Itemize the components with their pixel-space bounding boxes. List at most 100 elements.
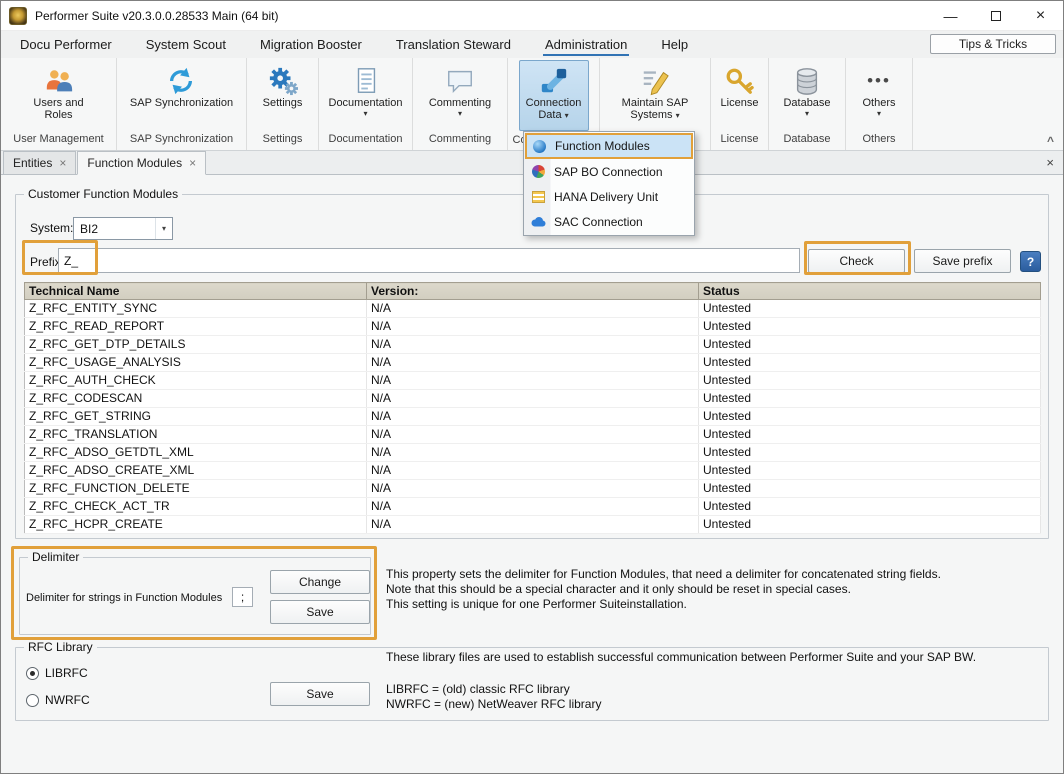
menu-system-scout[interactable]: System Scout — [129, 31, 243, 58]
close-icon[interactable]: × — [189, 156, 196, 170]
system-combobox[interactable]: BI2 ▾ — [73, 217, 173, 240]
check-button[interactable]: Check — [808, 249, 905, 273]
maintain-sap-systems-button[interactable]: Maintain SAP Systems ▾ — [614, 60, 696, 122]
nwrfc-radio[interactable]: NWRFC — [26, 693, 90, 707]
librfc-radio[interactable]: LIBRFC — [26, 666, 88, 680]
maximize-button[interactable] — [973, 1, 1018, 30]
chevron-down-icon: ▾ — [458, 109, 462, 118]
menubar: Docu Performer System Scout Migration Bo… — [1, 31, 1063, 58]
rfc-description-line1: These library files are used to establis… — [386, 650, 976, 664]
gear-icon — [268, 64, 298, 97]
delimiter-description-line2: Note that this should be a special chara… — [386, 582, 851, 596]
save-prefix-button[interactable]: Save prefix — [914, 249, 1011, 273]
column-header-version[interactable]: Version: — [367, 283, 699, 300]
sap-synchronization-button[interactable]: SAP Synchronization — [126, 60, 237, 110]
chevron-down-icon: ▾ — [805, 109, 809, 118]
ribbon-caption-database: Database — [769, 130, 845, 150]
others-button[interactable]: ••• Others ▾ — [858, 60, 899, 119]
delimiter-input[interactable] — [232, 587, 253, 607]
menu-administration[interactable]: Administration — [528, 31, 644, 58]
chevron-down-icon: ▾ — [877, 109, 881, 118]
window-controls: — × — [928, 1, 1063, 30]
commenting-button[interactable]: Commenting ▾ — [425, 60, 495, 119]
cell-technical-name: Z_RFC_READ_REPORT — [25, 318, 367, 336]
connection-data-button[interactable]: Connection Data ▾ — [519, 60, 589, 131]
menu-item-sap-bo-connection[interactable]: SAP BO Connection — [525, 159, 693, 184]
maximize-icon — [991, 11, 1001, 21]
menu-help[interactable]: Help — [644, 31, 705, 58]
table-row[interactable]: Z_RFC_GET_DTP_DETAILS N/A Untested — [25, 336, 1041, 354]
customer-function-modules-group: Customer Function Modules System: BI2 ▾ … — [15, 194, 1049, 539]
save-delimiter-button[interactable]: Save — [270, 600, 370, 624]
menu-item-sac-connection[interactable]: SAC Connection — [525, 209, 693, 234]
table-row[interactable]: Z_RFC_CHECK_ACT_TR N/A Untested — [25, 498, 1041, 516]
ribbon-filler — [913, 58, 1063, 150]
close-icon[interactable]: × — [59, 156, 66, 170]
cell-status: Untested — [699, 318, 1041, 336]
cell-technical-name: Z_RFC_AUTH_CHECK — [25, 372, 367, 390]
cell-technical-name: Z_RFC_ENTITY_SYNC — [25, 300, 367, 318]
change-delimiter-button[interactable]: Change — [270, 570, 370, 594]
table-row[interactable]: Z_RFC_FUNCTION_DELETE N/A Untested — [25, 480, 1041, 498]
table-row[interactable]: Z_RFC_USAGE_ANALYSIS N/A Untested — [25, 354, 1041, 372]
function-modules-table: Technical Name Version: Status Z_RFC_ENT… — [24, 282, 1041, 534]
ellipsis-icon: ••• — [867, 64, 891, 97]
group-title: Customer Function Modules — [24, 187, 182, 201]
ribbon-caption-license: License — [711, 130, 768, 150]
menu-item-hana-delivery-unit[interactable]: HANA Delivery Unit — [525, 184, 693, 209]
cell-version: N/A — [367, 354, 699, 372]
function-modules-icon — [531, 138, 547, 154]
delimiter-label: Delimiter for strings in Function Module… — [26, 592, 222, 604]
settings-button[interactable]: Settings — [259, 60, 307, 110]
documentation-button[interactable]: Documentation ▾ — [325, 60, 407, 119]
license-button[interactable]: License — [717, 60, 763, 110]
save-rfc-library-button[interactable]: Save — [270, 682, 370, 706]
cell-technical-name: Z_RFC_HCPR_CREATE — [25, 516, 367, 534]
tab-function-modules[interactable]: Function Modules × — [77, 151, 206, 175]
tips-and-tricks-button[interactable]: Tips & Tricks — [930, 34, 1056, 54]
ribbon-group-commenting: Commenting ▾ Commenting — [413, 58, 508, 150]
database-button[interactable]: Database ▾ — [779, 60, 834, 119]
cell-technical-name: Z_RFC_GET_DTP_DETAILS — [25, 336, 367, 354]
tab-entities[interactable]: Entities × — [3, 151, 76, 174]
table-row[interactable]: Z_RFC_GET_STRING N/A Untested — [25, 408, 1041, 426]
menu-migration-booster[interactable]: Migration Booster — [243, 31, 379, 58]
ribbon-caption-commenting: Commenting — [413, 130, 507, 150]
table-row[interactable]: Z_RFC_CODESCAN N/A Untested — [25, 390, 1041, 408]
cell-technical-name: Z_RFC_ADSO_GETDTL_XML — [25, 444, 367, 462]
help-button[interactable]: ? — [1020, 251, 1041, 272]
close-button[interactable]: × — [1018, 1, 1063, 30]
table-row[interactable]: Z_RFC_HCPR_CREATE N/A Untested — [25, 516, 1041, 534]
document-icon — [351, 64, 381, 97]
minimize-button[interactable]: — — [928, 1, 973, 30]
cell-version: N/A — [367, 336, 699, 354]
menu-docu-performer[interactable]: Docu Performer — [3, 31, 129, 58]
function-modules-table-body: Z_RFC_ENTITY_SYNC N/A Untested Z_RFC_REA… — [25, 300, 1041, 534]
table-row[interactable]: Z_RFC_ENTITY_SYNC N/A Untested — [25, 300, 1041, 318]
table-row[interactable]: Z_RFC_AUTH_CHECK N/A Untested — [25, 372, 1041, 390]
table-row[interactable]: Z_RFC_TRANSLATION N/A Untested — [25, 426, 1041, 444]
ribbon-caption-settings: Settings — [247, 130, 318, 150]
titlebar: Performer Suite v20.3.0.0.28533 Main (64… — [1, 1, 1063, 31]
cell-status: Untested — [699, 408, 1041, 426]
app-logo-icon — [9, 7, 27, 25]
cloud-icon — [530, 214, 546, 230]
connection-pipe-icon — [539, 64, 569, 97]
cell-technical-name: Z_RFC_CHECK_ACT_TR — [25, 498, 367, 516]
column-header-status[interactable]: Status — [699, 283, 1041, 300]
prefix-input[interactable] — [58, 248, 800, 273]
menu-translation-steward[interactable]: Translation Steward — [379, 31, 528, 58]
ribbon-caption-sap-synchronization: SAP Synchronization — [117, 130, 246, 150]
users-and-roles-button[interactable]: Users and Roles — [26, 60, 92, 122]
group-title: RFC Library — [24, 640, 97, 654]
table-row[interactable]: Z_RFC_ADSO_CREATE_XML N/A Untested — [25, 462, 1041, 480]
collapse-ribbon-icon[interactable]: ^ — [1047, 134, 1054, 148]
table-row[interactable]: Z_RFC_ADSO_GETDTL_XML N/A Untested — [25, 444, 1041, 462]
column-header-technical-name[interactable]: Technical Name — [25, 283, 367, 300]
radio-selected-icon — [26, 667, 39, 680]
ribbon-group-settings: Settings Settings — [247, 58, 319, 150]
table-row[interactable]: Z_RFC_READ_REPORT N/A Untested — [25, 318, 1041, 336]
menu-item-function-modules[interactable]: Function Modules — [525, 133, 693, 159]
close-tab-icon[interactable]: × — [1046, 155, 1054, 170]
minimize-icon: — — [944, 8, 958, 24]
